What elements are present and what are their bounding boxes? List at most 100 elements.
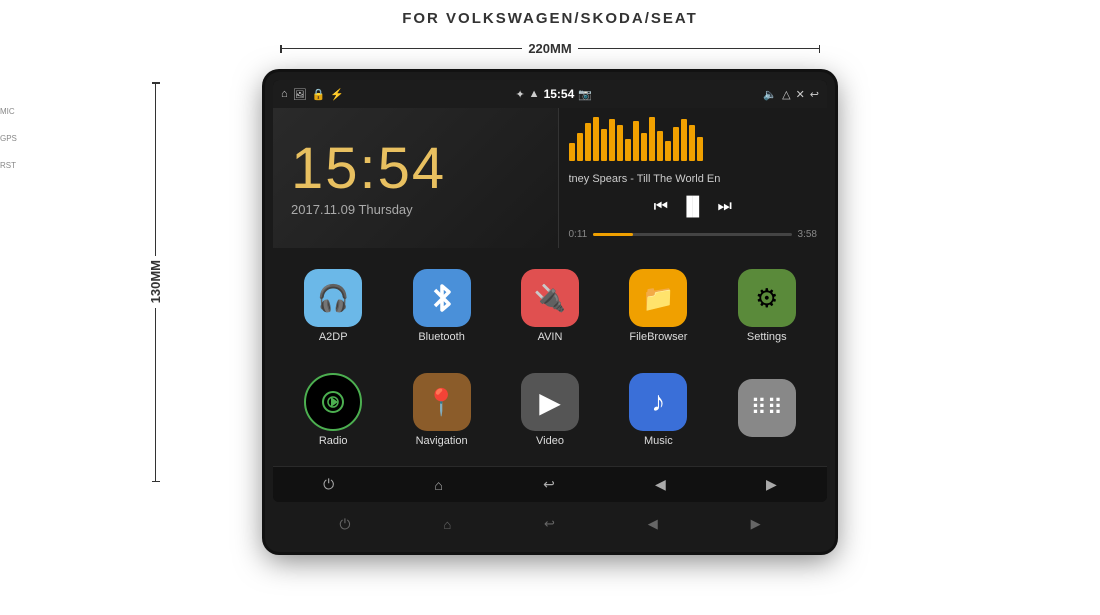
time-total: 3:58 <box>798 229 817 240</box>
clock-date: 2017.11.09 Thursday <box>291 202 540 217</box>
play-button[interactable]: ▐▌ <box>680 196 706 217</box>
width-line-right <box>578 48 819 50</box>
music-icon: ♪ <box>629 373 687 431</box>
settings-label: Settings <box>747 331 787 343</box>
radio-icon <box>304 373 362 431</box>
app-more[interactable]: ⠿⠿ <box>715 360 819 460</box>
height-dimension: 130MM <box>148 82 163 482</box>
app-a2dp[interactable]: 🎧 A2DP <box>281 256 385 356</box>
back-icon: ↩ <box>810 88 819 101</box>
eject-icon: △ <box>782 88 790 101</box>
power-button[interactable]: ⏻ <box>323 476 334 493</box>
width-label: 220MM <box>522 41 577 56</box>
avin-label: AVIN <box>538 331 563 343</box>
app-settings[interactable]: ⚙ Settings <box>715 256 819 356</box>
lock-icon: 🔒 <box>312 88 326 101</box>
prev-button[interactable]: ⏮ <box>654 198 668 216</box>
bottom-nav-bar: ⏻ ⌂ ↩ ◀ ▶ <box>273 466 827 502</box>
vol-down-button[interactable]: ◀ <box>655 476 666 493</box>
home-nav-button[interactable]: ⌂ <box>434 477 442 493</box>
navigation-icon: 📍 <box>413 373 471 431</box>
camera-icon: 📷 <box>578 88 592 101</box>
video-icon: ▶ <box>521 373 579 431</box>
a2dp-label: A2DP <box>319 331 348 343</box>
height-label: 130MM <box>148 256 163 307</box>
screen: ⌂ 🖼 🔒 ⚡ ✦ ▲ 15:54 📷 🔈 △ ✕ ↩ <box>273 80 827 502</box>
app-grid-row2: Radio 📍 Navigation ▶ Video ♪ Music <box>273 358 827 466</box>
eq-bar <box>657 131 663 161</box>
rst-label: RST <box>0 161 17 170</box>
filebrowser-icon: 📁 <box>629 269 687 327</box>
progress-bar <box>593 233 791 236</box>
more-icon: ⠿⠿ <box>738 379 796 437</box>
progress-fill <box>593 233 633 236</box>
hw-home[interactable]: ⌂ <box>443 517 451 532</box>
eq-bar <box>585 123 591 161</box>
height-line-bottom <box>155 308 157 481</box>
music-label: Music <box>644 435 673 447</box>
filebrowser-label: FileBrowser <box>629 331 687 343</box>
screen-content: 15:54 2017.11.09 Thursday <box>273 108 827 502</box>
app-video[interactable]: ▶ Video <box>498 360 602 460</box>
vol-up-button[interactable]: ▶ <box>766 476 777 493</box>
app-music[interactable]: ♪ Music <box>606 360 710 460</box>
eq-bar <box>601 129 607 161</box>
home-icon: ⌂ <box>281 88 288 100</box>
photo-icon: 🖼 <box>293 88 307 101</box>
eq-bar <box>641 133 647 161</box>
device-shell: ⌂ 🖼 🔒 ⚡ ✦ ▲ 15:54 📷 🔈 △ ✕ ↩ <box>265 72 835 552</box>
tick-bottom <box>152 481 160 483</box>
settings-icon: ⚙ <box>738 269 796 327</box>
music-track: tney Spears - Till The World En <box>569 173 818 185</box>
eq-bar <box>689 125 695 161</box>
eq-bar <box>593 117 599 161</box>
hw-prev[interactable]: ◀ <box>648 516 658 532</box>
eq-bar <box>625 139 631 161</box>
app-grid-row1: 🎧 A2DP Bluetooth 🔌 AVIN <box>273 248 827 358</box>
app-filebrowser[interactable]: 📁 FileBrowser <box>606 256 710 356</box>
status-center: ✦ ▲ 15:54 📷 <box>515 87 592 101</box>
app-radio[interactable]: Radio <box>281 360 385 460</box>
eq-bar <box>617 125 623 161</box>
close-icon: ✕ <box>796 88 805 101</box>
radio-label: Radio <box>319 435 348 447</box>
hw-next[interactable]: ▶ <box>751 516 761 532</box>
app-bluetooth[interactable]: Bluetooth <box>389 256 493 356</box>
eq-bar <box>633 121 639 161</box>
eq-bar <box>649 117 655 161</box>
next-button[interactable]: ⏭ <box>718 198 732 216</box>
hardware-bar: ⏻ ⌂ ↩ ◀ ▶ <box>273 506 827 542</box>
app-navigation[interactable]: 📍 Navigation <box>389 360 493 460</box>
music-progress: 0:11 3:58 <box>569 229 818 240</box>
width-dimension: 220MM <box>280 41 820 56</box>
diagram-container: 220MM 130MM MIC GPS RST ⌂ 🖼 🔒 ⚡ <box>0 27 1100 552</box>
eq-bar <box>673 127 679 161</box>
eq-bar <box>665 141 671 161</box>
clock-widget: 15:54 2017.11.09 Thursday <box>273 108 559 248</box>
music-controls: ⏮ ▐▌ ⏭ <box>569 196 818 217</box>
status-right: 🔈 △ ✕ ↩ <box>763 88 819 101</box>
status-left: ⌂ 🖼 🔒 ⚡ <box>281 88 344 101</box>
gps-label: GPS <box>0 134 17 143</box>
width-line-left <box>282 48 523 50</box>
time-elapsed: 0:11 <box>569 229 588 240</box>
video-label: Video <box>536 435 564 447</box>
mic-label: MIC <box>0 107 17 116</box>
side-labels: MIC GPS RST <box>0 107 17 170</box>
app-avin[interactable]: 🔌 AVIN <box>498 256 602 356</box>
wifi-icon: ▲ <box>529 88 540 100</box>
bluetooth-label: Bluetooth <box>418 331 464 343</box>
eq-bar <box>681 119 687 161</box>
bluetooth-icon: ✦ <box>515 88 524 101</box>
equalizer <box>569 116 818 161</box>
eq-bar <box>577 133 583 161</box>
tick-right <box>819 45 821 53</box>
status-time: 15:54 <box>544 87 575 101</box>
eq-bar <box>569 143 575 161</box>
hw-back[interactable]: ↩ <box>544 516 555 532</box>
hw-power[interactable]: ⏻ <box>339 516 350 533</box>
vol-icon: 🔈 <box>763 88 777 101</box>
back-nav-button[interactable]: ↩ <box>543 476 555 493</box>
page-title: FOR VOLKSWAGEN/SKODA/SEAT <box>0 0 1100 27</box>
status-bar: ⌂ 🖼 🔒 ⚡ ✦ ▲ 15:54 📷 🔈 △ ✕ ↩ <box>273 80 827 108</box>
